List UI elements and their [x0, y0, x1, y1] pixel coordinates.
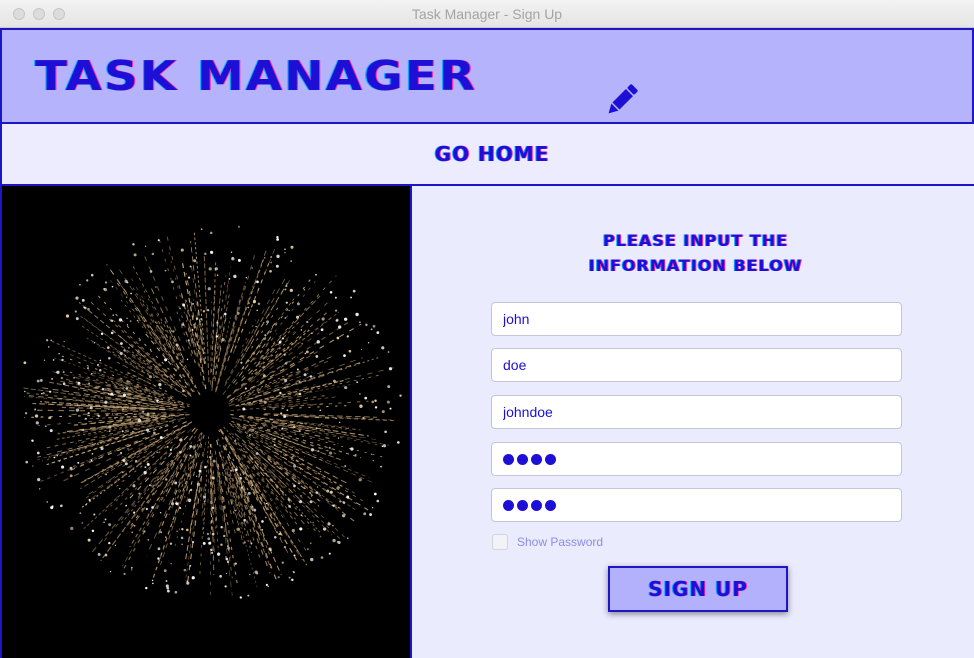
password-mask-dot	[503, 453, 514, 465]
pencil-icon	[608, 84, 638, 114]
form-heading-line2: INFORMATION BELOW	[588, 256, 803, 275]
window-titlebar: Task Manager - Sign Up	[0, 0, 974, 28]
app-header: TASK MANAGER	[0, 28, 974, 123]
form-heading-line1: PLEASE INPUT THE	[602, 231, 789, 250]
image-panel	[0, 186, 412, 658]
show-password-label: Show Password	[517, 535, 604, 549]
show-password-toggle[interactable]: Show Password	[492, 533, 603, 551]
username-field[interactable]	[491, 395, 902, 429]
first-name-field[interactable]	[491, 302, 902, 336]
go-home-button[interactable]: GO HOME	[372, 137, 612, 171]
password-mask-dot	[517, 453, 528, 465]
password-field[interactable]	[491, 442, 902, 476]
password-mask-dot	[531, 453, 542, 465]
form-heading: PLEASE INPUT THE INFORMATION BELOW	[522, 228, 869, 278]
nav-bar: GO HOME	[0, 122, 974, 186]
show-password-checkbox[interactable]	[492, 534, 508, 550]
sign-up-button[interactable]: SIGN UP	[608, 566, 788, 612]
fireworks-image	[23, 225, 402, 599]
password-mask-dot	[531, 499, 542, 511]
password-mask-dot	[503, 499, 514, 511]
password-mask-dot	[517, 499, 528, 511]
password-mask-dot	[545, 499, 556, 511]
app-title: TASK MANAGER	[35, 52, 478, 100]
signup-form: PLEASE INPUT THE INFORMATION BELOW Show …	[412, 186, 974, 658]
window-title: Task Manager - Sign Up	[411, 6, 563, 22]
password-mask-dot	[545, 453, 556, 465]
last-name-field[interactable]	[491, 348, 902, 382]
confirm-password-field[interactable]	[491, 488, 902, 522]
